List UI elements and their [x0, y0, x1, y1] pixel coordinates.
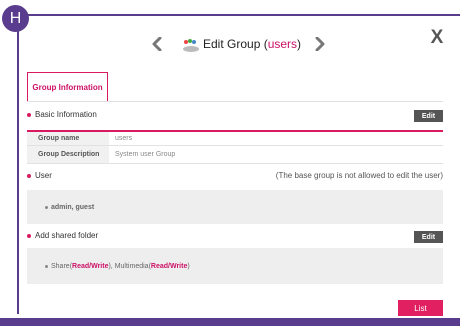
users-group-icon: [182, 38, 200, 54]
folder-name: Share: [51, 262, 70, 270]
group-name-value: users: [115, 135, 133, 142]
shared-folder-label: Add shared folder: [35, 231, 99, 240]
title-group-name: users: [267, 37, 298, 51]
group-description-value: System user Group: [115, 151, 176, 158]
table-row: Group name users: [27, 132, 443, 146]
group-description-label: Group Description: [27, 146, 109, 163]
basic-info-label: Basic Information: [35, 110, 97, 119]
basic-info-heading: Basic Information: [27, 110, 97, 119]
tab-group-information[interactable]: Group Information: [27, 72, 108, 102]
folder-permission: Read/Write: [72, 262, 109, 270]
user-label: User: [35, 171, 52, 180]
bullet-dot-icon: [27, 112, 31, 117]
table-row: Group Description System user Group: [27, 146, 443, 164]
user-members-box: admin, guest: [27, 190, 443, 224]
folder-permission: Read/Write: [150, 262, 188, 270]
user-heading: User: [27, 171, 52, 180]
user-members: admin, guest: [51, 203, 95, 211]
group-name-label: Group name: [27, 132, 109, 145]
frame-bottom-border: [0, 318, 460, 326]
dialog-title: Edit Group (users): [203, 37, 301, 51]
frame-top-border: [17, 14, 460, 16]
bullet-dot-icon: [27, 173, 31, 178]
frame-left-border: [17, 14, 19, 314]
basic-info-edit-button[interactable]: Edit: [414, 110, 443, 122]
user-edit-note: (The base group is not allowed to edit t…: [275, 171, 443, 180]
tab-divider: [27, 101, 443, 102]
folder-name: Multimedia: [114, 262, 149, 270]
step-badge: H: [2, 5, 29, 32]
dialog-header: Edit Group (users): [150, 33, 327, 55]
title-suffix: ): [297, 37, 302, 51]
list-button[interactable]: List: [398, 300, 443, 316]
chevron-left-icon[interactable]: [150, 33, 164, 55]
title-prefix: Edit Group (: [203, 37, 268, 51]
bullet-dot-icon: [27, 233, 31, 238]
shared-folder-edit-button[interactable]: Edit: [414, 231, 443, 243]
bullet-icon: [45, 264, 48, 268]
close-button[interactable]: X: [428, 28, 446, 48]
bullet-icon: [45, 205, 48, 209]
chevron-right-icon[interactable]: [313, 33, 327, 55]
shared-folder-list: Share(Read/Write), Multimedia(Read/Write…: [51, 262, 190, 270]
shared-folder-box: Share(Read/Write), Multimedia(Read/Write…: [27, 248, 443, 284]
shared-folder-heading: Add shared folder: [27, 231, 98, 240]
basic-info-table: Group name users Group Description Syste…: [27, 130, 443, 164]
